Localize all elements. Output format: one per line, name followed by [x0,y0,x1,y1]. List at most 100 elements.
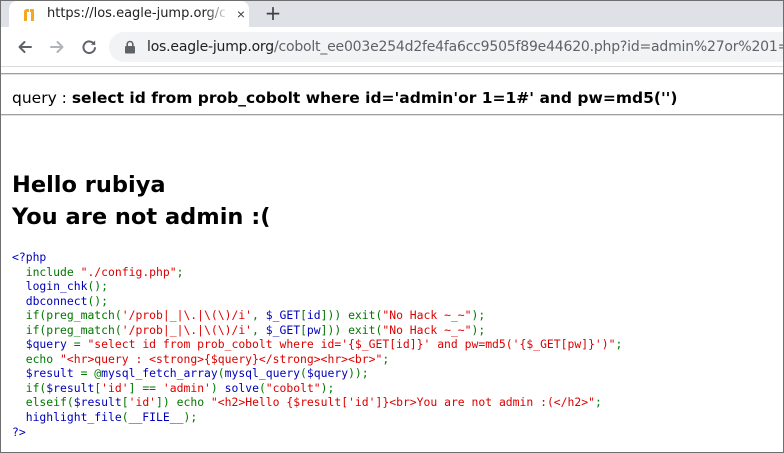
code-token: "<h2>Hello {$result['id']}<br>You are no… [210,395,595,410]
code-token: ])) exit( [320,322,383,337]
code-token: ; [176,264,184,279]
url-path: /cobolt_ee003e254d2fe4fa6cc9505f89e44620… [273,39,784,55]
code-token: mysql_fetch_array [101,366,218,381]
code-token: ( [121,410,129,425]
code-token: "No Hack ~_~" [382,308,472,323]
code-line: dbconnect(); [12,294,622,309]
lock-icon[interactable] [123,40,137,54]
code-token: '/prob|_|\.|\(\)/i' [121,322,253,337]
code-token: $query [12,337,74,352]
code-line: $query = "select id from prob_cobolt whe… [12,337,623,352]
reload-icon[interactable] [79,37,99,57]
code-token: ?> [12,424,26,439]
code-token: solve [224,380,259,395]
divider-top [1,73,783,75]
code-line: echo "<hr>query : <strong>{$query}</stro… [12,352,622,367]
code-token: dbconnect [12,293,88,308]
code-token: highlight_file [12,410,122,425]
tab-title: https://los.eagle-jump.org/cobolt_ee003e… [47,6,225,21]
code-token: [ [300,322,307,337]
code-token: "./config.php" [80,264,177,279]
code-line: include "./config.php"; [12,265,622,280]
code-token: 'id' [101,380,129,395]
code-token: $_GET [265,308,301,323]
code-token: "<hr>query : <strong>{$query}</strong><h… [60,351,383,366]
query-sql: select id from prob_cobolt where id='adm… [71,89,678,107]
address-bar[interactable]: los.eagle-jump.org/cobolt_ee003e254d2fe4… [109,32,784,62]
code-token: id [306,308,321,323]
code-token: ( [217,366,225,381]
query-line: query : select id from prob_cobolt where… [12,89,678,107]
code-token: (); [87,279,109,294]
code-token: = [73,337,88,352]
code-token: 'id' [128,395,157,410]
code-token: ]) echo [156,395,211,410]
url-text[interactable]: los.eagle-jump.org/cobolt_ee003e254d2fe4… [147,39,784,55]
favicon-icon [24,9,34,21]
code-line: if($result['id'] == 'admin') solve("cobo… [12,381,622,396]
not-admin-heading: You are not admin :( [12,204,271,230]
code-token: ; [382,351,390,366]
code-token: ) [210,380,225,395]
code-token: , [252,322,266,337]
tab-title-fade [205,3,229,25]
code-token: [ [300,308,307,323]
forward-arrow-icon[interactable] [47,37,67,57]
code-token: login_chk [12,279,88,294]
code-line: if(preg_match('/prob|_|\.|\(\)/i', $_GET… [12,323,622,338]
code-token: __FILE__ [128,410,184,425]
code-token: '/prob|_|\.|\(\)/i' [121,308,253,323]
url-host: los.eagle-jump.org [147,39,274,55]
code-token: $_GET [265,322,301,337]
code-token: $result [73,395,122,410]
code-token: ( [258,380,266,395]
code-line: login_chk(); [12,279,622,294]
code-token: ); [471,322,486,337]
code-token: elseif( [25,395,74,410]
code-token: <?php [12,250,47,264]
code-line: <?php [12,250,622,265]
code-token: ); [471,308,486,323]
code-token: $result [46,380,95,395]
new-tab-button[interactable]: + [263,3,283,23]
back-arrow-icon[interactable] [15,37,35,57]
code-token: , [252,308,266,323]
code-token: $query [306,366,349,381]
code-line: highlight_file(__FILE__); [12,410,622,425]
code-token: "No Hack ~_~" [382,322,472,337]
query-label: query : [12,89,72,107]
code-token: echo [25,351,61,366]
code-token: ; [615,337,623,352]
code-token: ( [300,366,307,381]
toolbar: los.eagle-jump.org/cobolt_ee003e254d2fe4… [1,27,783,67]
code-token: ); [183,410,198,425]
tab-close-button[interactable]: × [233,6,249,22]
divider-bottom [1,114,783,116]
tab-active[interactable]: https://los.eagle-jump.org/cobolt_ee003e… [9,1,249,27]
code-token: ])) exit( [320,308,383,323]
code-token: if( [25,380,47,395]
page-content: query : select id from prob_cobolt where… [1,68,783,452]
code-token: = @ [80,366,102,381]
code-token: "select id from prob_cobolt where id='{$… [87,337,616,352]
code-token: (); [87,293,109,308]
php-source-code: <?php include "./config.php"; login_chk(… [12,250,622,439]
code-token: 'admin' [162,380,211,395]
code-token: mysql_query [224,366,301,381]
code-line: if(preg_match('/prob|_|\.|\(\)/i', $_GET… [12,308,622,323]
browser-window: https://los.eagle-jump.org/cobolt_ee003e… [0,0,784,453]
code-token: ] == [128,380,163,395]
code-line: ?> [12,425,622,440]
code-token: $result [12,366,81,381]
code-token: if(preg_match( [25,308,122,323]
code-token: include [25,264,81,279]
code-token: "cobolt" [265,380,321,395]
code-token: [ [121,395,129,410]
code-token: if(preg_match( [25,322,122,337]
